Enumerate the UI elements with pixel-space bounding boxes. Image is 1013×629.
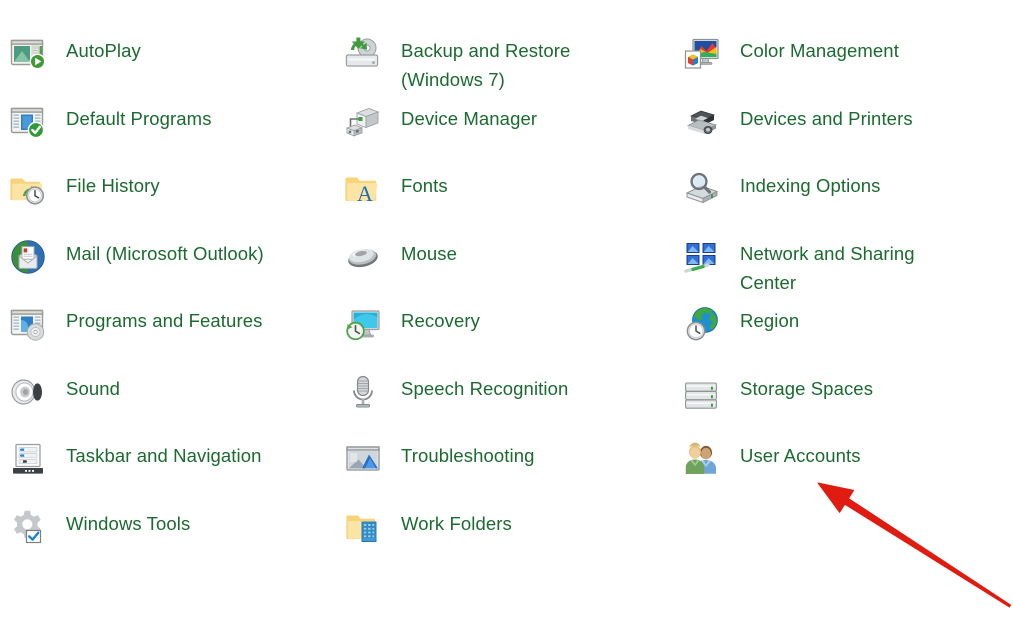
control-panel-item[interactable]: Sound xyxy=(10,368,340,436)
control-panel-item[interactable]: Device Manager xyxy=(345,98,675,166)
control-panel-item[interactable]: File History xyxy=(10,165,340,233)
control-panel-item-label[interactable]: Work Folders xyxy=(401,509,512,538)
control-panel-item-label[interactable]: Default Programs xyxy=(66,104,212,133)
control-panel-item[interactable]: Programs and Features xyxy=(10,300,340,368)
mail-icon xyxy=(10,239,46,275)
troubleshooting-icon xyxy=(345,441,381,477)
programs-and-features-icon xyxy=(10,306,46,342)
control-panel-item[interactable]: Network and Sharing Center xyxy=(684,233,1013,301)
control-panel-item[interactable]: Color Management xyxy=(684,30,1013,98)
control-panel-items-view: AutoPlay Default Programs File History M… xyxy=(0,0,1013,629)
fonts-icon: A xyxy=(345,171,381,207)
taskbar-and-navigation-icon xyxy=(10,441,46,477)
control-panel-column-1: AutoPlay Default Programs File History M… xyxy=(10,30,340,570)
control-panel-item[interactable]: Backup and Restore (Windows 7) xyxy=(345,30,675,98)
control-panel-item-label[interactable]: Devices and Printers xyxy=(740,104,913,133)
control-panel-item-label[interactable]: Mail (Microsoft Outlook) xyxy=(66,239,264,268)
svg-text:A: A xyxy=(357,181,373,206)
control-panel-item-label[interactable]: Backup and Restore (Windows 7) xyxy=(401,36,570,94)
network-and-sharing-center-icon xyxy=(684,239,720,275)
control-panel-item[interactable]: Default Programs xyxy=(10,98,340,166)
control-panel-item-label[interactable]: Indexing Options xyxy=(740,171,880,200)
region-icon xyxy=(684,306,720,342)
control-panel-item[interactable]: User Accounts xyxy=(684,435,1013,503)
storage-spaces-icon xyxy=(684,374,720,410)
mouse-icon xyxy=(345,239,381,275)
control-panel-item-label[interactable]: AutoPlay xyxy=(66,36,141,65)
control-panel-item-label[interactable]: Mouse xyxy=(401,239,457,268)
control-panel-column-2: Backup and Restore (Windows 7) Device Ma… xyxy=(345,30,675,570)
control-panel-item-label[interactable]: User Accounts xyxy=(740,441,861,470)
autoplay-icon xyxy=(10,36,46,72)
control-panel-item[interactable]: Windows Tools xyxy=(10,503,340,571)
file-history-icon xyxy=(10,171,46,207)
control-panel-item-label[interactable]: Taskbar and Navigation xyxy=(66,441,262,470)
control-panel-item-label[interactable]: Programs and Features xyxy=(66,306,262,335)
control-panel-item-label[interactable]: Fonts xyxy=(401,171,448,200)
control-panel-item-label[interactable]: Sound xyxy=(66,374,120,403)
control-panel-item-label[interactable]: Color Management xyxy=(740,36,899,65)
indexing-options-icon xyxy=(684,171,720,207)
control-panel-item[interactable]: A Fonts xyxy=(345,165,675,233)
default-programs-icon xyxy=(10,104,46,140)
devices-and-printers-icon xyxy=(684,104,720,140)
speech-recognition-icon xyxy=(345,374,381,410)
control-panel-item-label[interactable]: File History xyxy=(66,171,160,200)
control-panel-item[interactable]: AutoPlay xyxy=(10,30,340,98)
device-manager-icon xyxy=(345,104,381,140)
work-folders-icon xyxy=(345,509,381,545)
control-panel-item[interactable]: Speech Recognition xyxy=(345,368,675,436)
windows-tools-icon xyxy=(10,509,46,545)
control-panel-item-label[interactable]: Recovery xyxy=(401,306,480,335)
control-panel-item-label[interactable]: Network and Sharing Center xyxy=(740,239,915,297)
sound-icon xyxy=(10,374,46,410)
recovery-icon xyxy=(345,306,381,342)
control-panel-item[interactable]: Devices and Printers xyxy=(684,98,1013,166)
control-panel-item[interactable]: Mail (Microsoft Outlook) xyxy=(10,233,340,301)
control-panel-item[interactable]: Region xyxy=(684,300,1013,368)
backup-and-restore-icon xyxy=(345,36,381,72)
control-panel-item[interactable]: Work Folders xyxy=(345,503,675,571)
control-panel-item-label[interactable]: Region xyxy=(740,306,799,335)
control-panel-item-label[interactable]: Windows Tools xyxy=(66,509,190,538)
control-panel-item[interactable]: Taskbar and Navigation xyxy=(10,435,340,503)
control-panel-item-label[interactable]: Speech Recognition xyxy=(401,374,568,403)
control-panel-item[interactable]: Mouse xyxy=(345,233,675,301)
control-panel-column-3: Color Management Devices and Printers In… xyxy=(684,30,1013,503)
control-panel-item-label[interactable]: Device Manager xyxy=(401,104,537,133)
control-panel-item[interactable]: Troubleshooting xyxy=(345,435,675,503)
control-panel-item[interactable]: Indexing Options xyxy=(684,165,1013,233)
control-panel-item-label[interactable]: Storage Spaces xyxy=(740,374,873,403)
control-panel-item[interactable]: Storage Spaces xyxy=(684,368,1013,436)
user-accounts-icon xyxy=(684,441,720,477)
control-panel-item[interactable]: Recovery xyxy=(345,300,675,368)
color-management-icon xyxy=(684,36,720,72)
control-panel-item-label[interactable]: Troubleshooting xyxy=(401,441,534,470)
